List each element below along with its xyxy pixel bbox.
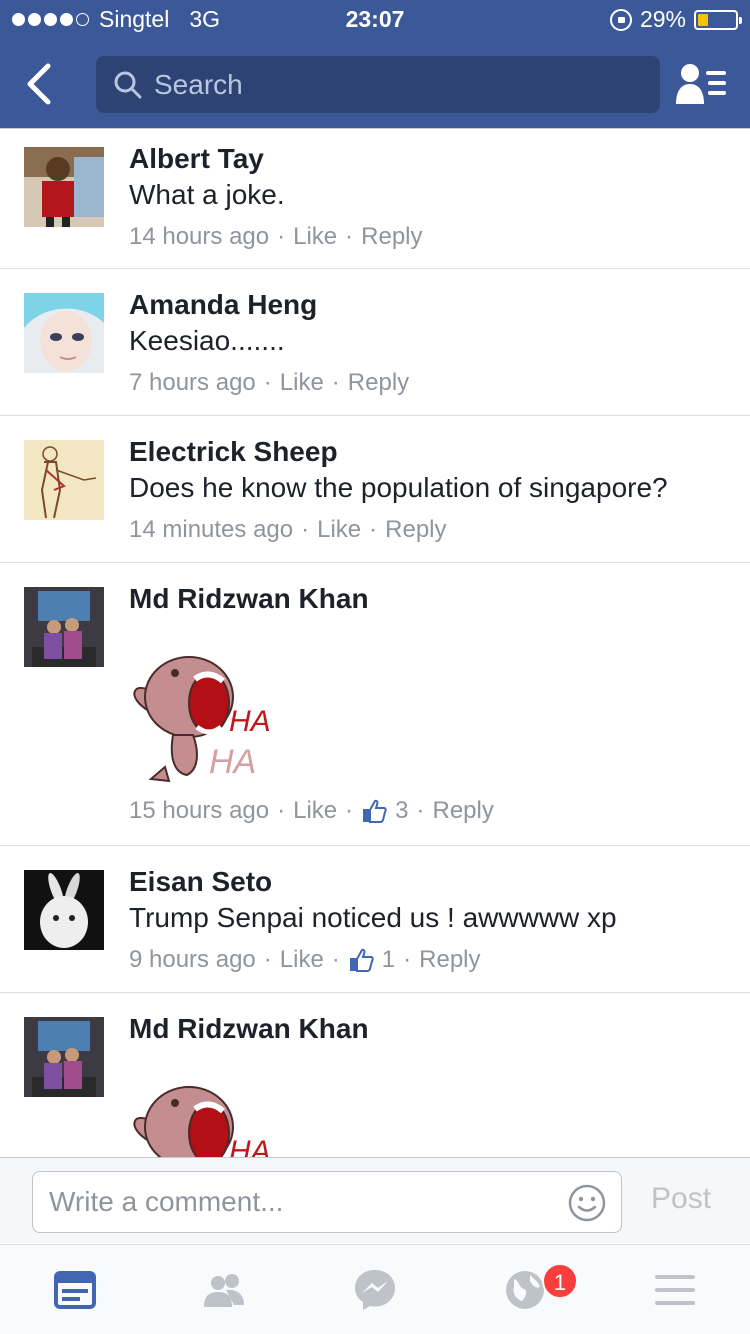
sticker-text-ha-1: HA xyxy=(229,705,271,738)
reply-link[interactable]: Reply xyxy=(361,223,422,251)
avatar[interactable] xyxy=(24,147,104,227)
commenter-name[interactable]: Albert Tay xyxy=(129,143,730,175)
comment-text: What a joke. xyxy=(129,179,285,210)
comment-body: Electrick Sheep Does he know the populat… xyxy=(129,436,730,544)
chevron-left-icon xyxy=(27,63,51,105)
comment-item: Electrick Sheep Does he know the populat… xyxy=(0,416,750,563)
laughing-dog-sticker: HA xyxy=(129,1071,279,1158)
comment-item: Albert Tay What a joke. 14 hours ago · L… xyxy=(0,129,750,269)
thumbs-up-icon xyxy=(349,948,374,972)
avatar[interactable] xyxy=(24,870,104,950)
comment-body: Amanda Heng Keesiao....... 7 hours ago ·… xyxy=(129,289,730,397)
menu-icon[interactable] xyxy=(650,1265,700,1315)
post-button[interactable]: Post xyxy=(651,1182,711,1216)
navigation-header: Singtel 3G 23:07 29% xyxy=(0,0,750,128)
status-right: 29% xyxy=(609,6,742,33)
tab-bar xyxy=(0,1245,750,1334)
sticker-text-ha-2: HA xyxy=(209,743,256,781)
comment-item: Md Ridzwan Khan HA xyxy=(0,993,750,1158)
battery-level xyxy=(698,13,708,26)
comments-list: Albert Tay What a joke. 14 hours ago · L… xyxy=(0,128,750,1158)
comment-meta: 14 minutes ago · Like · Reply xyxy=(129,516,447,544)
reply-link[interactable]: Reply xyxy=(385,516,446,544)
comment-time: 9 hours ago xyxy=(129,946,256,973)
rotation-lock-icon xyxy=(609,8,632,31)
battery-icon xyxy=(694,9,742,30)
like-count: 3 xyxy=(395,797,409,824)
reply-link[interactable]: Reply xyxy=(433,797,494,825)
status-bar: Singtel 3G 23:07 29% xyxy=(0,0,750,40)
comment-text: Keesiao....... xyxy=(129,325,285,356)
comment-body: Md Ridzwan Khan HA xyxy=(129,1013,730,1158)
battery-percent: 29% xyxy=(639,6,686,32)
comment-composer: Post xyxy=(0,1157,750,1245)
comment-meta: 15 hours ago · Like · 3 · Reply xyxy=(129,797,494,825)
comment-meta: 9 hours ago · Like · 1 · Reply xyxy=(129,946,481,974)
back-button[interactable] xyxy=(20,58,70,114)
search-input[interactable] xyxy=(154,68,634,101)
commenter-name[interactable]: Md Ridzwan Khan xyxy=(129,1013,730,1045)
thumbs-up-icon xyxy=(363,799,387,823)
like-count: 1 xyxy=(381,946,396,973)
comment-time: 14 hours ago xyxy=(129,223,270,250)
comment-body: Md Ridzwan Khan HA HA 15 hours ago · Lik… xyxy=(129,583,730,825)
comment-body: Eisan Seto Trump Senpai noticed us ! aww… xyxy=(129,866,730,974)
comment-time: 15 hours ago xyxy=(129,797,270,824)
comment-item: Md Ridzwan Khan HA HA 15 hours ago · Lik… xyxy=(0,563,750,846)
smiley-icon[interactable] xyxy=(567,1183,607,1223)
reply-link[interactable]: Reply xyxy=(348,369,409,397)
sticker-text-ha-1: HA xyxy=(229,1135,271,1158)
like-link[interactable]: Like xyxy=(293,797,337,825)
messenger-icon[interactable] xyxy=(350,1265,400,1315)
commenter-name[interactable]: Amanda Heng xyxy=(129,289,730,321)
comment-meta: 14 hours ago · Like · Reply xyxy=(129,223,423,251)
comment-item: Amanda Heng Keesiao....... 7 hours ago ·… xyxy=(0,269,750,416)
notification-badge: 1 xyxy=(542,1263,578,1299)
commenter-name[interactable]: Electrick Sheep xyxy=(129,436,730,468)
comment-input[interactable] xyxy=(49,1186,549,1218)
comment-meta: 7 hours ago · Like · Reply xyxy=(129,369,410,397)
notifications-globe-icon[interactable] xyxy=(500,1265,550,1315)
comment-time: 14 minutes ago xyxy=(129,516,294,543)
comment-text: Does he know the population of singapore… xyxy=(129,472,668,503)
laughing-dog-sticker: HA HA xyxy=(129,641,279,791)
like-link[interactable]: Like xyxy=(280,369,324,397)
avatar[interactable] xyxy=(24,587,104,667)
friends-icon[interactable] xyxy=(200,1265,250,1315)
comment-body: Albert Tay What a joke. 14 hours ago · L… xyxy=(129,143,730,251)
friends-list-button[interactable] xyxy=(676,62,728,108)
comment-item: Eisan Seto Trump Senpai noticed us ! aww… xyxy=(0,846,750,993)
like-link[interactable]: Like xyxy=(317,516,361,544)
friends-list-icon xyxy=(676,64,726,104)
search-icon xyxy=(114,71,142,98)
avatar[interactable] xyxy=(24,1017,104,1097)
news-feed-icon[interactable] xyxy=(50,1265,100,1315)
comment-text: Trump Senpai noticed us ! awwwww xp xyxy=(129,902,617,933)
commenter-name[interactable]: Md Ridzwan Khan xyxy=(129,583,730,615)
comment-input-box[interactable] xyxy=(32,1171,622,1233)
comment-time: 7 hours ago xyxy=(129,369,256,396)
avatar[interactable] xyxy=(24,440,104,520)
like-link[interactable]: Like xyxy=(280,946,324,974)
search-bar[interactable] xyxy=(96,56,660,113)
like-link[interactable]: Like xyxy=(293,223,337,251)
commenter-name[interactable]: Eisan Seto xyxy=(129,866,730,898)
avatar[interactable] xyxy=(24,293,104,373)
reply-link[interactable]: Reply xyxy=(419,946,480,974)
